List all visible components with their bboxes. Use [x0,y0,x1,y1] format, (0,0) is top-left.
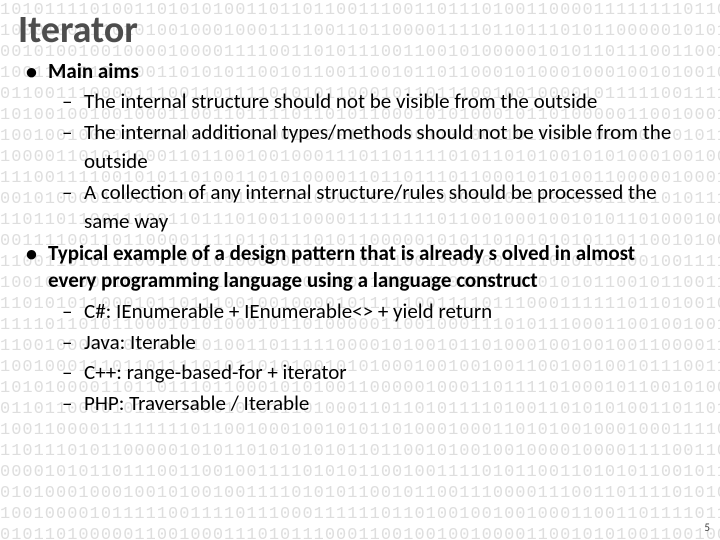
sub-bullet-list: The internal structure should not be vis… [62,87,682,236]
slide-title: Iterator [18,10,682,52]
bullet-level2: C#: IEnumerable + IEnumerable<> + yield … [62,297,682,326]
bullet-level1: Main aims The internal structure should n… [26,58,682,236]
bullet-level1-label: Typical example of a design pattern that… [48,240,635,293]
bullet-level1-label: Main aims [48,58,139,84]
bullet-list: Main aims The internal structure should n… [26,58,682,419]
bullet-level2: C++: range-based-for + iterator [62,358,682,387]
bullet-level2: Java: Iterable [62,328,682,357]
bullet-level2: The internal additional types/methods sh… [62,118,682,176]
bullet-level1: Typical example of a design pattern that… [26,240,682,418]
bullet-level2: A collection of any internal structure/r… [62,178,682,236]
slide-content: Iterator Main aims The internal structure… [0,0,720,418]
page-number: 5 [704,521,710,534]
sub-bullet-list: C#: IEnumerable + IEnumerable<> + yield … [62,297,682,419]
bullet-level2: PHP: Traversable / Iterable [62,389,682,418]
bullet-level2: The internal structure should not be vis… [62,87,682,116]
